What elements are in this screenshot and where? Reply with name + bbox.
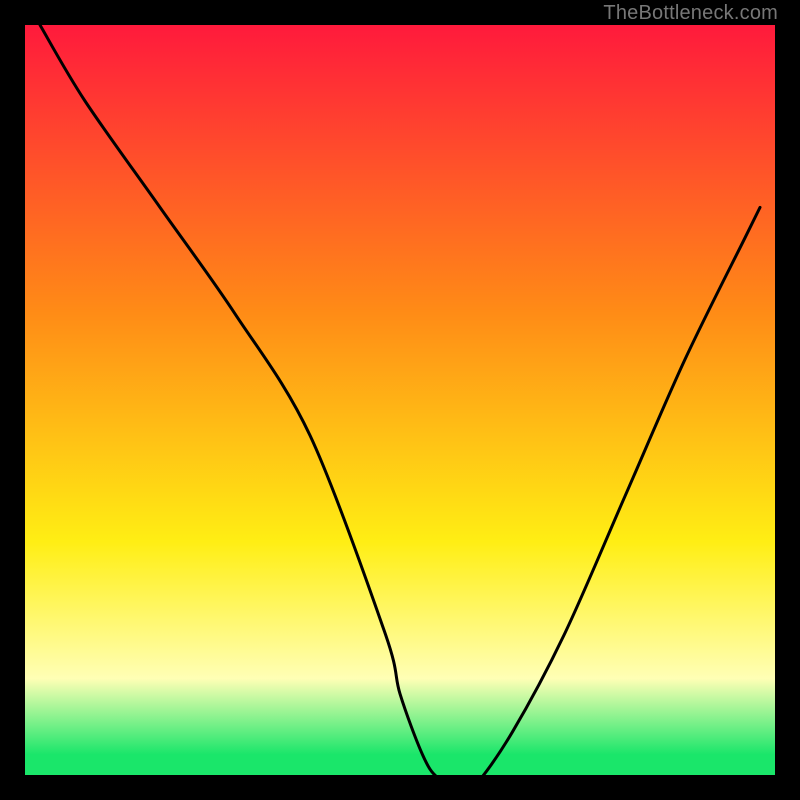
bottleneck-chart <box>0 0 800 800</box>
plot-background <box>25 25 775 785</box>
watermark-text: TheBottleneck.com <box>603 2 778 25</box>
chart-frame: TheBottleneck.com <box>0 0 800 800</box>
